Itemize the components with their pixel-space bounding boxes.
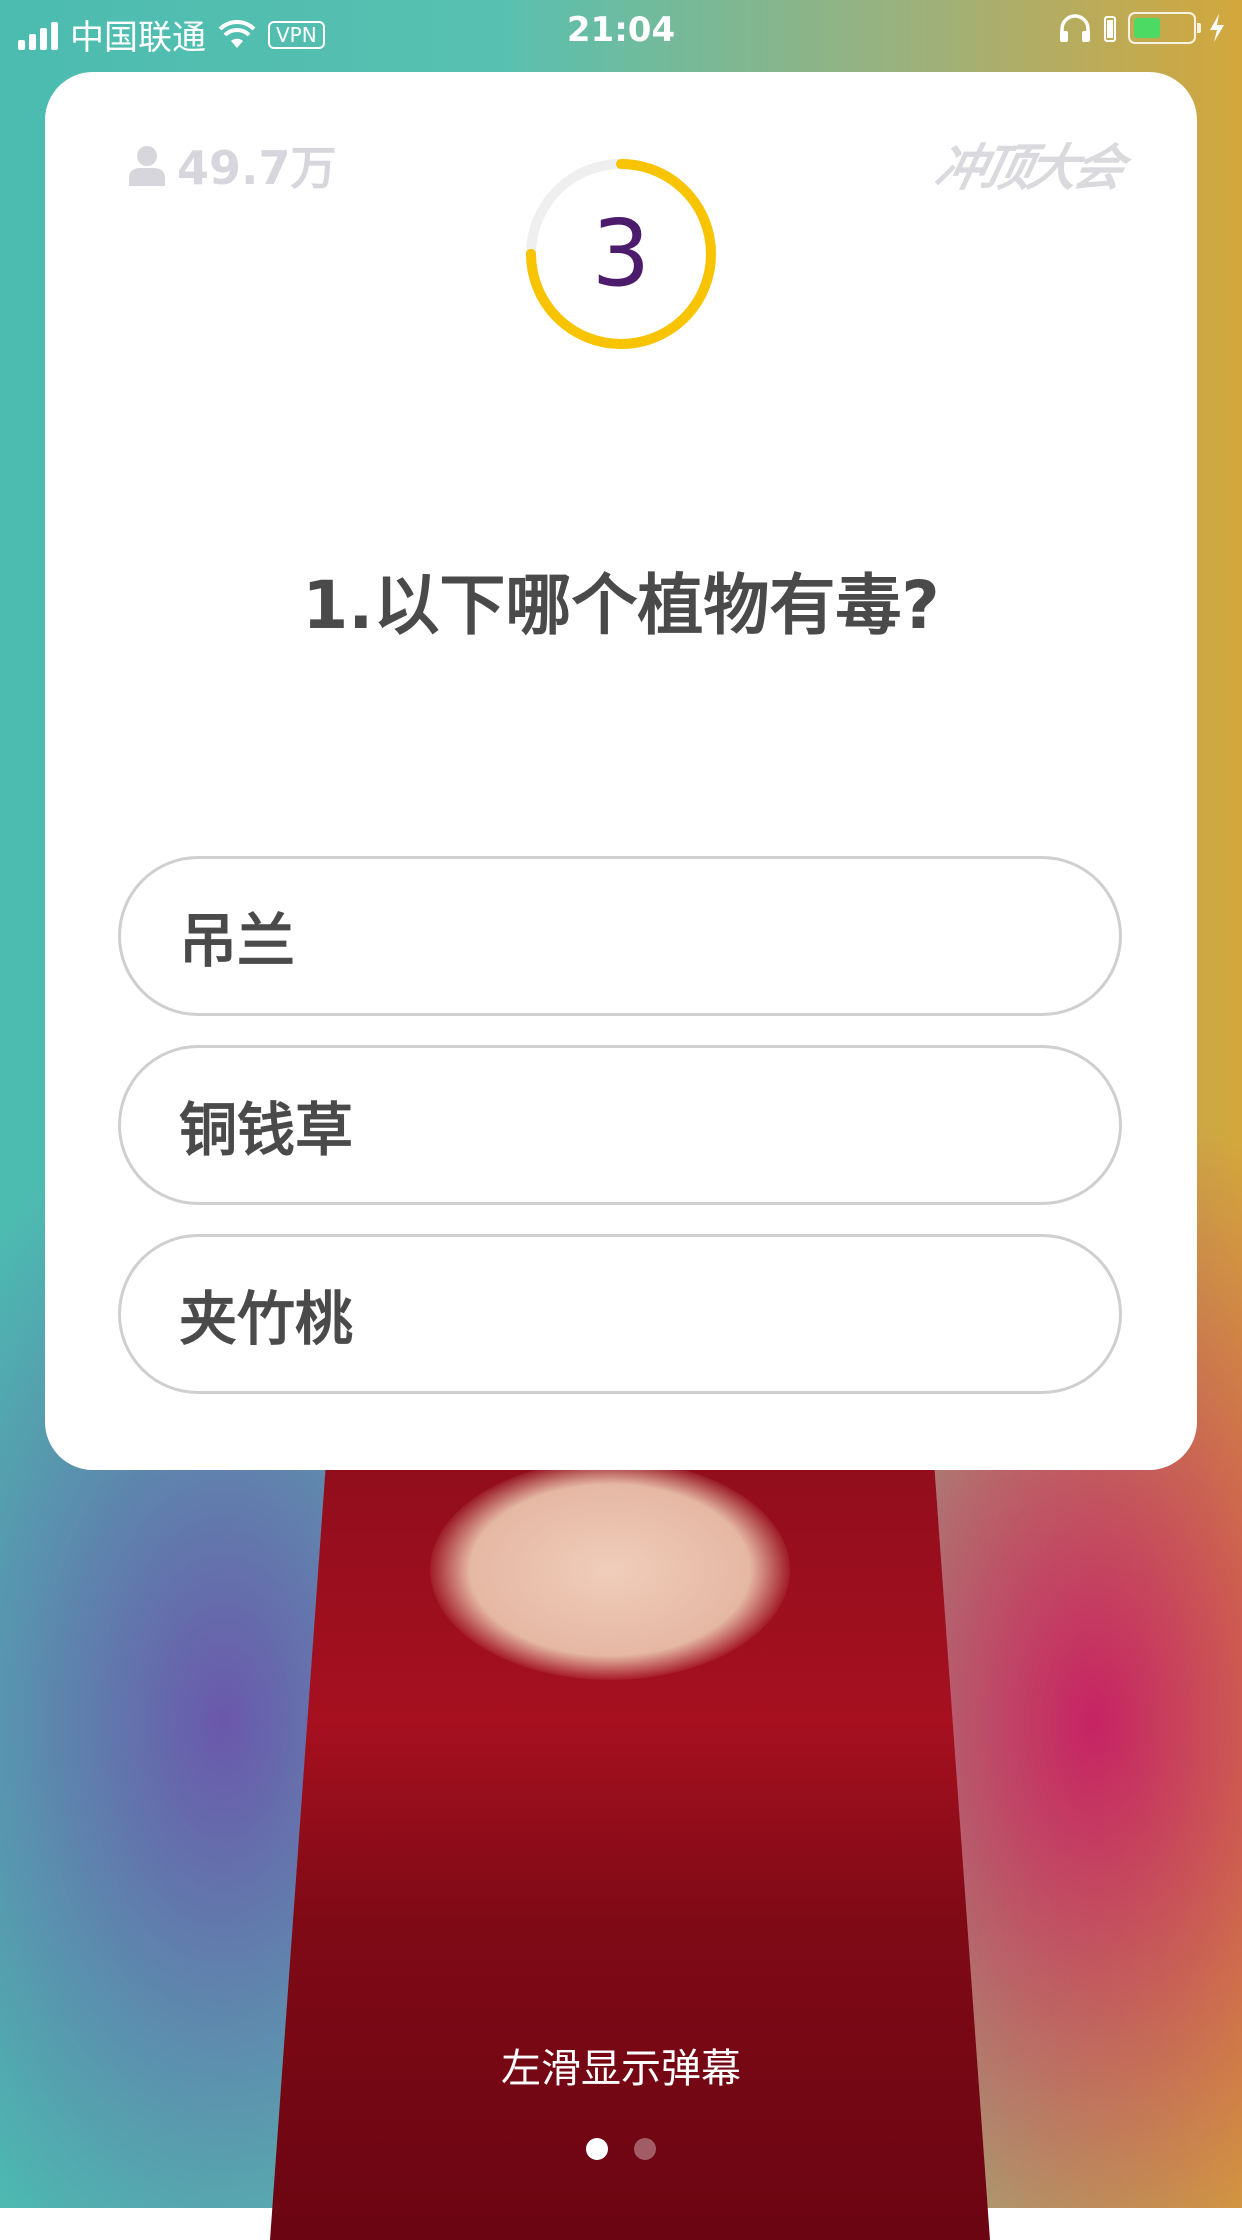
headphone-battery-icon	[1104, 16, 1116, 42]
swipe-hint: 左滑显示弹幕	[501, 2046, 741, 2092]
page-dot-2[interactable]	[634, 2138, 656, 2160]
charging-bolt-icon	[1210, 14, 1224, 42]
question-text: 1.以下哪个植物有毒?	[302, 567, 940, 644]
viewer-count-text: 49.7万	[177, 141, 337, 195]
answer-option-3[interactable]: 夹竹桃	[118, 1234, 1122, 1394]
page-indicator[interactable]	[0, 2138, 1242, 2160]
countdown-number: 3	[591, 200, 651, 307]
battery-icon	[1128, 12, 1201, 44]
status-bar: 中国联通 VPN 21:04	[0, 0, 1242, 62]
status-right	[1058, 12, 1226, 44]
user-icon	[129, 146, 165, 186]
brand-logo: 冲顶大会	[929, 139, 1127, 197]
status-time: 21:04	[566, 10, 676, 50]
host-hands	[430, 1460, 790, 1680]
quiz-card: 49.7万 冲顶大会 3 1.以下哪个植物有毒? 吊兰 铜钱草 夹竹桃	[45, 72, 1197, 1470]
headphones-icon	[1060, 14, 1090, 42]
answer-option-2[interactable]: 铜钱草	[118, 1045, 1122, 1205]
page-dot-1[interactable]	[586, 2138, 608, 2160]
countdown-timer: 3	[521, 154, 721, 354]
answer-option-1[interactable]: 吊兰	[118, 856, 1122, 1016]
viewer-count: 49.7万	[127, 132, 337, 198]
